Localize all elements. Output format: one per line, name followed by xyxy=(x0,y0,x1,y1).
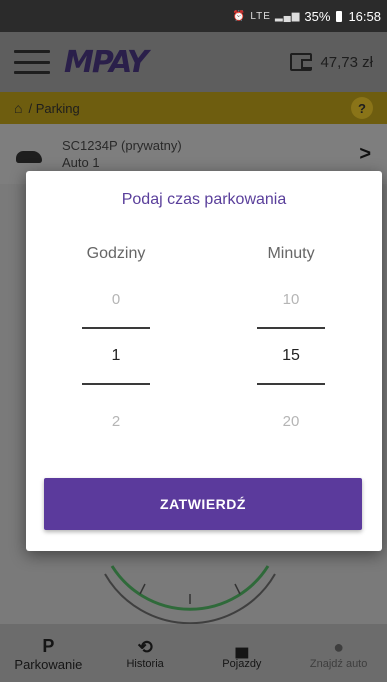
minutes-next-value[interactable]: 20 xyxy=(231,409,351,435)
nav-label: Znajdź auto xyxy=(309,658,368,670)
alarm-icon: ⏰ xyxy=(232,10,247,22)
status-bar: ⏰ LTE ▂▄▆ 35% 16:58 xyxy=(0,0,387,32)
wallet-balance[interactable]: 47,73 zł xyxy=(290,53,373,71)
mpay-logo: MPAY xyxy=(64,44,149,80)
car-icon: ▄ xyxy=(235,637,249,657)
nav-label: Pojazdy xyxy=(222,658,262,670)
picker-divider xyxy=(82,383,150,385)
hours-picker[interactable]: Godziny 0 1 2 xyxy=(56,241,176,435)
battery-percent: 35% xyxy=(304,8,331,24)
hours-label: Godziny xyxy=(86,245,146,262)
app-header: MPAY 47,73 zł xyxy=(0,32,387,92)
nav-parking[interactable]: P Parkowanie xyxy=(0,624,97,682)
chevron-right-icon: > xyxy=(359,142,371,165)
nav-vehicles[interactable]: ▄ Pojazdy xyxy=(194,624,291,682)
hours-selected-value[interactable]: 1 xyxy=(56,329,176,383)
menu-icon[interactable] xyxy=(14,50,50,74)
clock: 16:58 xyxy=(348,8,381,24)
parking-time-dialog: Podaj czas parkowania Godziny 0 1 2 Minu… xyxy=(26,171,382,551)
dialog-title: Podaj czas parkowania xyxy=(121,191,287,208)
wallet-icon xyxy=(290,53,313,71)
signal-icon: ▂▄▆ xyxy=(274,10,301,22)
parking-icon: P xyxy=(42,635,55,656)
home-icon[interactable]: ⌂ xyxy=(14,100,22,116)
nav-find-car[interactable]: ● Znajdź auto xyxy=(290,624,387,682)
bottom-navigation: P Parkowanie ⟲ Historia ▄ Pojazdy ● Znaj… xyxy=(0,624,387,682)
minutes-label: Minuty xyxy=(267,245,315,262)
hours-next-value[interactable]: 2 xyxy=(56,409,176,435)
vehicle-plate: SC1234P (prywatny) xyxy=(62,138,182,153)
battery-icon xyxy=(336,10,343,22)
balance-amount: 47,73 zł xyxy=(320,53,373,71)
hours-prev-value[interactable]: 0 xyxy=(56,287,176,313)
minutes-picker[interactable]: Minuty 10 15 20 xyxy=(231,241,351,435)
minutes-prev-value[interactable]: 10 xyxy=(231,287,351,313)
breadcrumb-path: / Parking xyxy=(28,100,80,116)
network-indicator: LTE xyxy=(250,10,271,22)
history-icon: ⟲ xyxy=(137,637,153,657)
nav-history[interactable]: ⟲ Historia xyxy=(97,624,194,682)
nav-label: Parkowanie xyxy=(14,656,83,672)
help-button[interactable]: ? xyxy=(351,97,373,119)
nav-label: Historia xyxy=(126,658,164,670)
breadcrumb: ⌂ / Parking ? xyxy=(0,92,387,124)
confirm-button[interactable]: ZATWIERDŹ xyxy=(44,478,362,530)
vehicle-name: Auto 1 xyxy=(62,155,100,170)
location-pin-icon: ● xyxy=(333,637,345,657)
car-icon xyxy=(16,151,42,163)
picker-divider xyxy=(257,383,325,385)
minutes-selected-value[interactable]: 15 xyxy=(231,329,351,383)
